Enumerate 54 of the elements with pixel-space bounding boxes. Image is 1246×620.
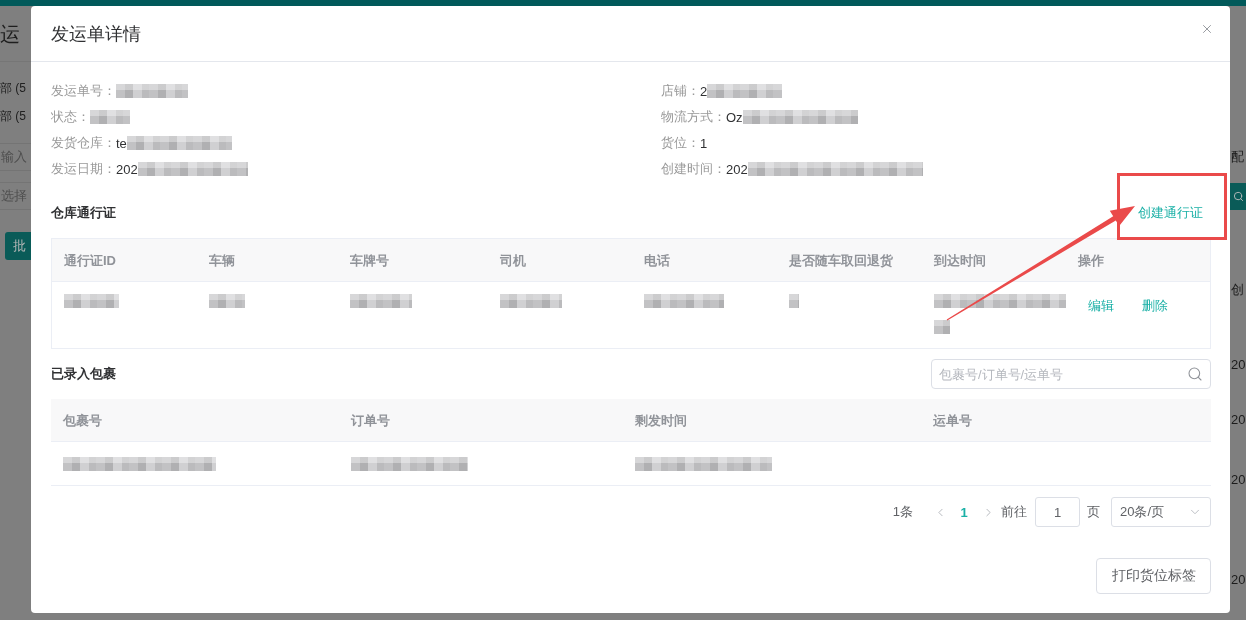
table-cell-text: 20 [1230,571,1246,589]
action-button[interactable]: 批 [5,232,31,260]
field-label: 物流方式： [661,108,726,126]
column-header: 车辆 [208,252,236,270]
action-link[interactable]: 编辑 [1088,296,1114,316]
table-cell-text: 20 [1230,411,1246,429]
close-icon [1200,22,1214,36]
column-header: 车牌号 [349,252,390,270]
search-button[interactable] [1230,183,1246,210]
search-field[interactable]: 包裹号/订单号/运单号 [931,359,1211,389]
action-link[interactable]: 删除 [1142,296,1168,316]
column-header: 包裹号 [62,412,103,430]
filter-label: 部 (5 [0,80,27,97]
create-pass-link[interactable]: 创建通行证 [1138,204,1203,222]
field-value: Oz [726,109,743,125]
table-cell-text: 20 [1230,356,1246,374]
table-cell-text: 20 [1230,471,1246,489]
field-label: 货位： [661,134,700,152]
field-label: 状态： [51,108,90,126]
field-value: 202 [726,161,748,177]
column-header: 订单号 [350,412,391,430]
search-icon [1233,191,1244,202]
field-label: 发运日期： [51,160,116,178]
column-header: 剩发时间 [634,412,688,430]
field-label: 创建时间： [661,160,726,178]
dialog-title: 发运单详情 [51,22,141,46]
field-label: 发货仓库： [51,134,116,152]
field-label: 店铺： [661,82,700,100]
column-header: 到达时间 [933,252,987,270]
field-value: 202 [116,161,138,177]
goto-label: 前往 [1001,503,1027,521]
page-unit: 页 [1087,503,1100,521]
column-header: 电话 [643,252,671,270]
total-count: 1条 [892,503,913,521]
page-input[interactable]: 1 [1035,497,1080,527]
section-title: 仓库通行证 [51,204,116,222]
print-button[interactable]: 打印货位标签 [1096,558,1211,594]
field-value: 2 [700,83,708,99]
page-size-select[interactable]: 20条/页 [1111,497,1211,527]
section-title: 已录入包裹 [51,365,116,383]
field-label: 发运单号： [51,82,116,100]
column-header: 操作 [1077,252,1105,270]
column-header: 运单号 [932,412,973,430]
column-header: 创 [1230,281,1245,299]
column-header: 通行证ID [63,252,117,270]
page-text: 配 [1230,148,1245,166]
filter-label: 部 (5 [0,108,27,125]
close-button[interactable] [1200,22,1214,36]
column-header: 是否随车取回退货 [788,252,894,270]
page-number[interactable]: 1 [952,497,976,527]
field-value: 1 [700,135,708,151]
field-value: te [116,135,127,151]
column-header: 司机 [499,252,527,270]
search-icon [1187,366,1203,382]
